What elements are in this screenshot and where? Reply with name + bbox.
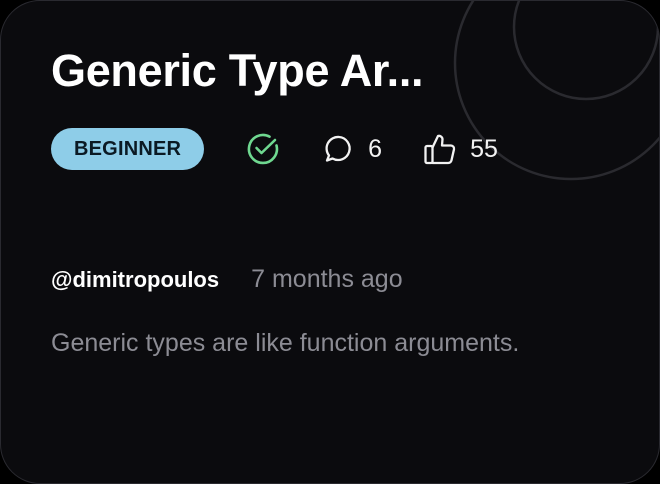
comments-stat[interactable]: 6 [322,132,382,166]
timestamp: 7 months ago [251,265,403,293]
challenge-description: Generic types are like function argument… [51,329,520,357]
likes-stat[interactable]: 55 [422,131,498,167]
difficulty-badge: BEGINNER [51,128,205,170]
thumbs-up-icon [422,131,458,167]
challenge-card[interactable]: Generic Type Ar... BEGINNER 6 55 @dimitr… [0,0,660,484]
comment-count: 6 [368,134,383,163]
meta-row: BEGINNER 6 55 [51,128,498,170]
author-link[interactable]: @dimitropoulos [51,267,219,293]
deco-circle-small [512,1,659,101]
challenge-title[interactable]: Generic Type Ar... [51,45,424,97]
comment-icon [322,132,356,166]
like-count: 55 [470,134,498,163]
check-circle-icon [246,132,280,166]
author-row: @dimitropoulos 7 months ago [51,265,403,294]
